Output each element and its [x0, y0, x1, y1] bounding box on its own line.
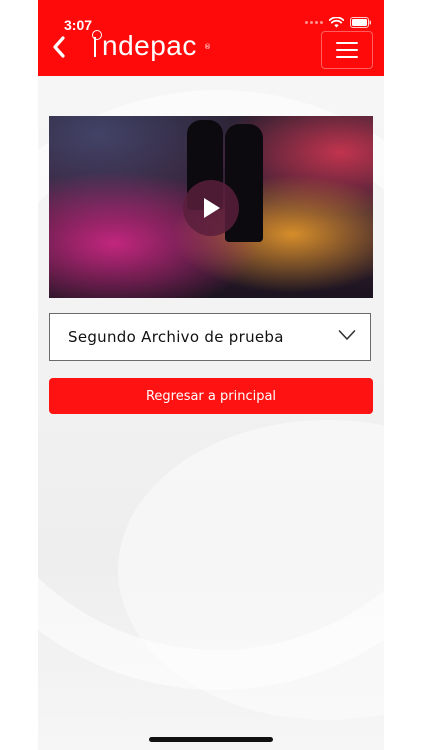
video-player[interactable] — [49, 116, 373, 298]
menu-button[interactable] — [321, 31, 373, 69]
logo-text: ndepac — [102, 30, 197, 61]
signal-icon — [305, 21, 323, 24]
file-select-value: Segundo Archivo de prueba — [68, 328, 284, 346]
chevron-down-icon — [338, 330, 356, 340]
play-icon — [204, 198, 220, 218]
hamburger-line — [336, 42, 358, 44]
status-time: 3:07 — [64, 17, 93, 33]
status-icons — [305, 17, 372, 28]
app-screen: 3:07 ndepac ® Segundo Archivo de prueba … — [38, 0, 384, 750]
hamburger-line — [336, 56, 358, 58]
hamburger-line — [336, 49, 358, 51]
app-header: 3:07 ndepac ® — [38, 0, 384, 76]
wifi-icon — [329, 17, 344, 28]
home-indicator — [149, 737, 273, 742]
logo-registered-mark: ® — [204, 43, 211, 51]
chevron-left-icon — [53, 36, 65, 58]
app-logo: ndepac — [94, 30, 197, 62]
logo-i-stem — [94, 37, 96, 57]
battery-icon — [350, 17, 371, 28]
back-to-main-button[interactable]: Regresar a principal — [49, 378, 373, 414]
file-select-dropdown[interactable]: Segundo Archivo de prueba — [49, 313, 371, 361]
back-button[interactable] — [46, 32, 72, 62]
play-button[interactable] — [183, 180, 239, 236]
